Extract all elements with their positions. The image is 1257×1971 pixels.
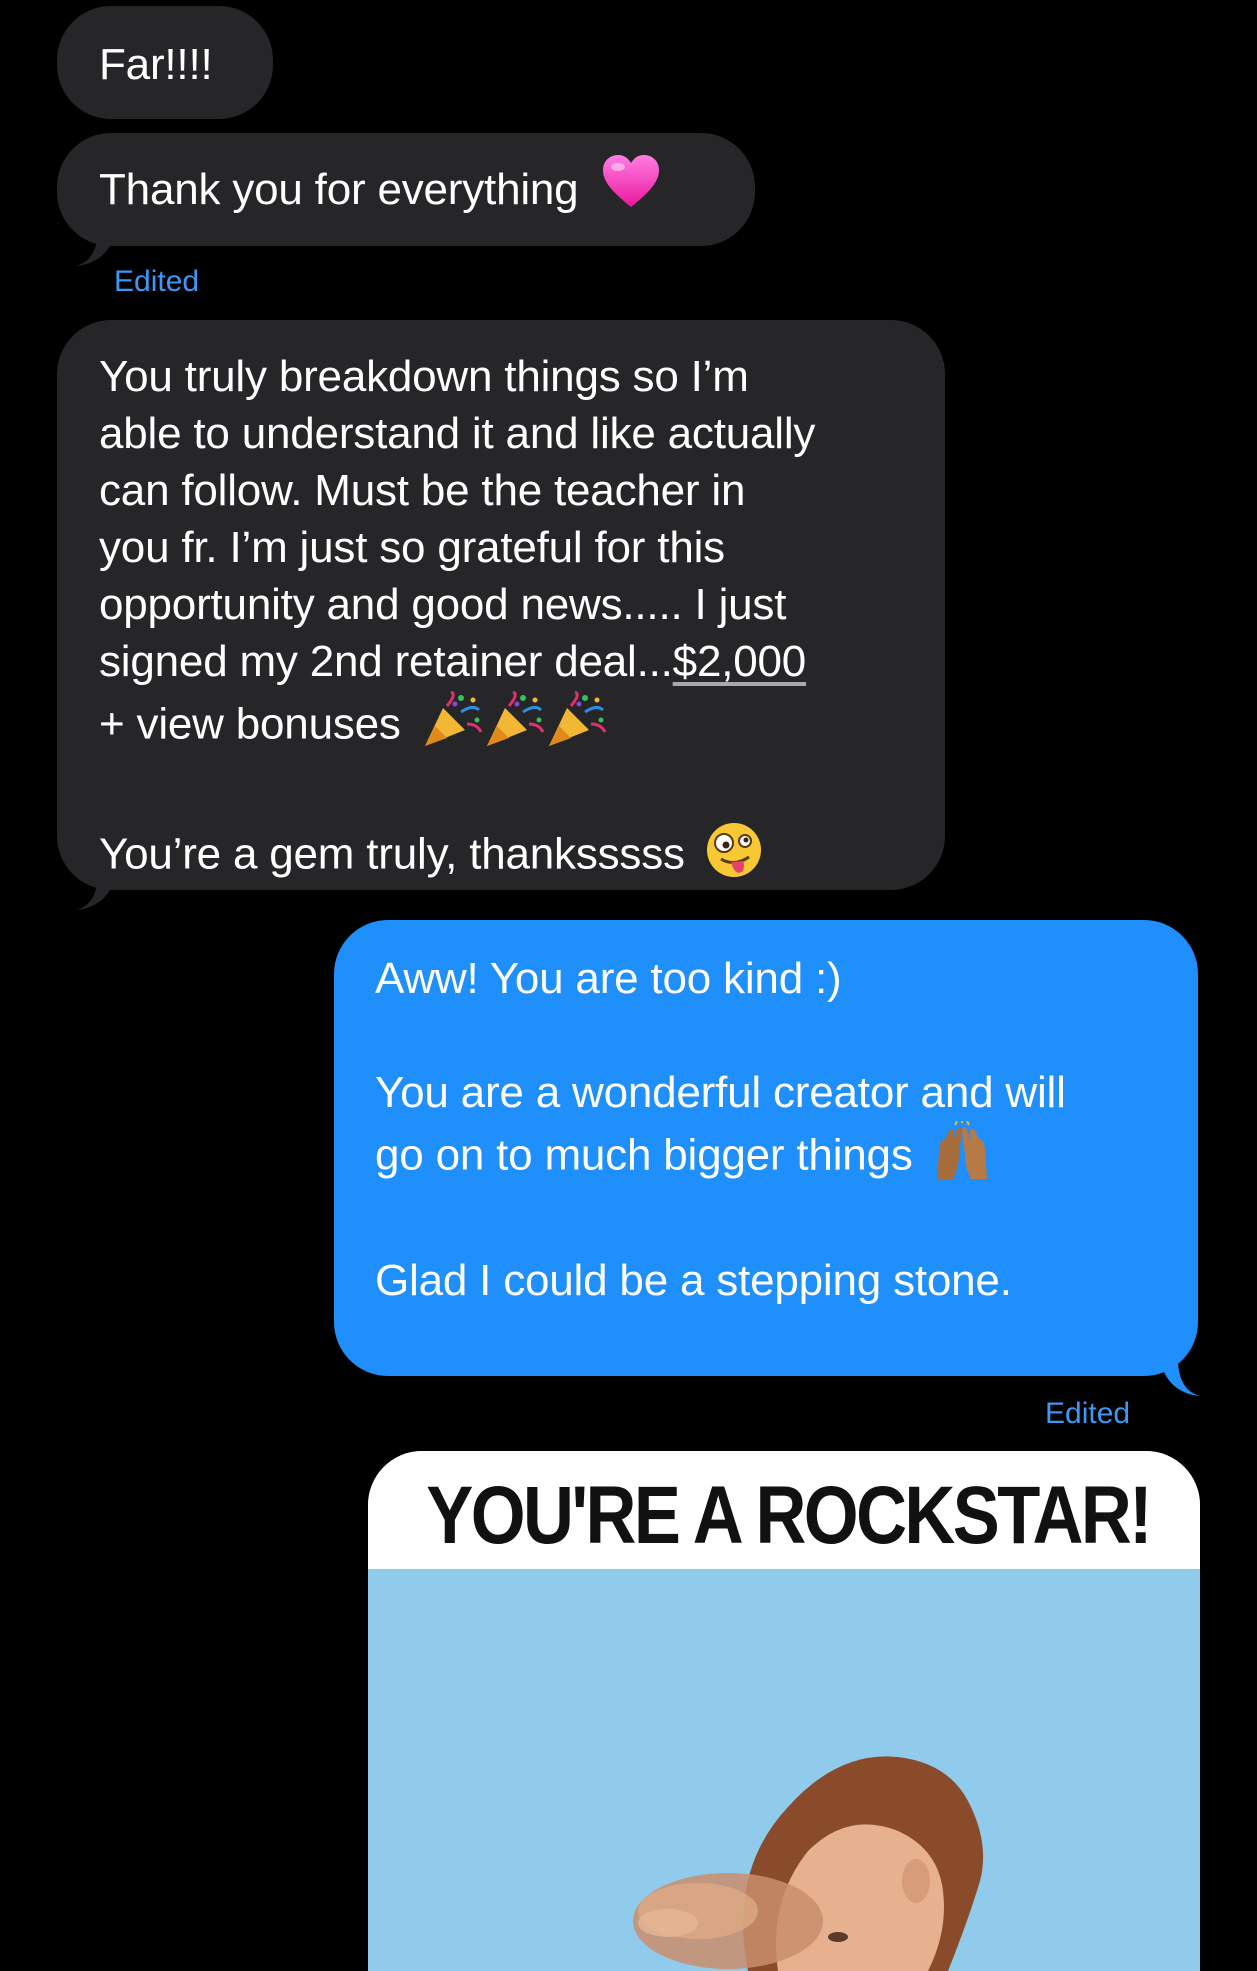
message-text: Thank you for everything [99,165,579,214]
message-line: able to understand it and like actually [99,409,816,458]
party-popper-icon [483,690,545,764]
edited-label: Edited [114,265,200,298]
message-line: You are a wonderful creator and will [375,1068,1066,1117]
received-message-thank-you[interactable]: Thank you for everything [57,133,755,246]
pink-heart-icon [601,153,661,223]
line-spacer [99,764,945,821]
message-line: you fr. I’m just so grateful for this [99,523,725,572]
gif-image-message[interactable]: YOU'RE A ROCKSTAR! [368,1451,1200,1971]
detected-amount-link[interactable]: $2,000 [673,637,807,686]
message-line: opportunity and good news..... I just [99,580,787,629]
message-text: signed my 2nd retainer deal... [99,637,673,686]
edited-label: Edited [1045,1397,1131,1430]
bubble-tail [76,870,116,910]
line-spacer [375,1007,1198,1064]
zany-face-icon [705,821,763,893]
raising-hands-icon [931,1119,993,1195]
person-pointing-illustration [368,1569,1200,1971]
line-spacer [375,1195,1198,1252]
received-message-far[interactable]: Far!!!! [57,6,273,119]
bubble-tail [1160,1356,1200,1396]
received-message-long[interactable]: You truly breakdown things so I’m able t… [57,320,945,890]
message-text: + view bonuses [99,699,401,749]
bubble-tail [76,226,116,266]
party-popper-icon [421,690,483,764]
message-text: go on to much bigger things [375,1130,913,1180]
message-line: You truly breakdown things so I’m [99,352,749,401]
message-line: can follow. Must be the teacher in [99,466,746,515]
message-line: + view bonuses [99,690,945,764]
message-line: Aww! You are too kind :) [375,954,842,1003]
message-line: You’re a gem truly, thanksssss [99,821,945,893]
message-text: Far!!!! [99,40,213,89]
message-line: Glad I could be a stepping stone. [375,1256,1012,1305]
message-line: go on to much bigger things [375,1119,1198,1195]
sent-message[interactable]: Aww! You are too kind :) You are a wonde… [334,920,1198,1376]
message-text: You’re a gem truly, thanksssss [99,829,685,879]
message-line: signed my 2nd retainer deal...$2,000 [99,633,945,690]
party-popper-icon [545,690,607,764]
